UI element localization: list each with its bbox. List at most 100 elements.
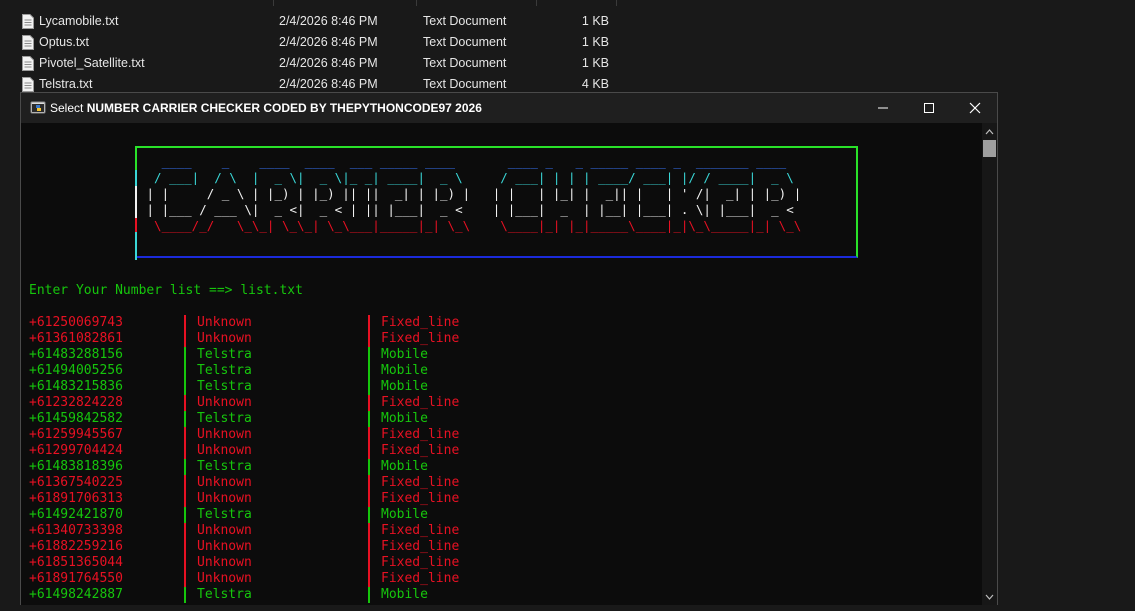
- phone-number: +61492421870: [29, 507, 123, 522]
- file-type: Text Document: [423, 77, 507, 91]
- carrier-name: Telstra: [197, 507, 252, 522]
- close-icon: [969, 102, 981, 114]
- line-type: Fixed_line: [381, 491, 460, 506]
- file-row[interactable]: Optus.txt 2/4/2026 8:46 PM Text Document 1 …: [0, 32, 640, 53]
- carrier-name: Unknown: [197, 331, 252, 346]
- phone-number: +61367540225: [29, 475, 123, 490]
- result-row: +61459842582 Telstra Mobile: [21, 411, 982, 427]
- result-row: +61232824228 Unknown Fixed_line: [21, 395, 982, 411]
- carrier-name: Unknown: [197, 523, 252, 538]
- banner-line: | | / _ \ | |_) | |_) || || _| | |_) | |…: [139, 186, 802, 201]
- result-row: +61299704424 Unknown Fixed_line: [21, 443, 982, 459]
- carrier-name: Telstra: [197, 587, 252, 602]
- result-row: +61367540225 Unknown Fixed_line: [21, 475, 982, 491]
- file-size: 1 KB: [581, 35, 609, 49]
- maximize-button[interactable]: [906, 93, 952, 123]
- console-output[interactable]: ____ _ ____ ____ ___ _____ ____ ____ _ _…: [21, 123, 982, 605]
- column-separator: [368, 379, 370, 395]
- column-separator: [184, 315, 186, 331]
- result-row: +61483215836 Telstra Mobile: [21, 379, 982, 395]
- input-prompt: Enter Your Number list ==> list.txt: [29, 283, 303, 298]
- phone-number: +61361082861: [29, 331, 123, 346]
- column-separator: [368, 315, 370, 331]
- column-separator: [368, 491, 370, 507]
- column-divider: [416, 0, 417, 6]
- phone-number: +61882259216: [29, 539, 123, 554]
- column-separator: [184, 443, 186, 459]
- line-type: Fixed_line: [381, 539, 460, 554]
- file-size: 1 KB: [581, 14, 609, 28]
- result-row: +61483818396 Telstra Mobile: [21, 459, 982, 475]
- file-type: Text Document: [423, 14, 507, 28]
- column-separator: [184, 363, 186, 379]
- column-separator: [368, 539, 370, 555]
- banner-line: ____ _ ____ ____ ___ _____ ____ ____ _ _…: [139, 154, 802, 169]
- scrollbar-thumb[interactable]: [983, 140, 996, 157]
- line-type: Fixed_line: [381, 475, 460, 490]
- column-separator: [368, 507, 370, 523]
- banner-line: \____/_/ \_\_| \_\_| \_\___|_____|_| \_\…: [139, 218, 802, 233]
- column-separator: [368, 571, 370, 587]
- column-separator: [368, 443, 370, 459]
- file-name: Lycamobile.txt: [39, 14, 119, 28]
- scroll-down-icon[interactable]: [982, 590, 997, 602]
- text-file-icon: [22, 77, 34, 92]
- column-separator: [368, 523, 370, 539]
- title-bar[interactable]: Select NUMBER CARRIER CHECKER CODED BY T…: [21, 93, 997, 123]
- phone-number: +61299704424: [29, 443, 123, 458]
- column-separator: [368, 555, 370, 571]
- phone-number: +61483818396: [29, 459, 123, 474]
- column-separator: [368, 459, 370, 475]
- window-title: Select NUMBER CARRIER CHECKER CODED BY T…: [50, 101, 482, 115]
- column-separator: [184, 331, 186, 347]
- result-row: +61891706313 Unknown Fixed_line: [21, 491, 982, 507]
- scroll-up-icon[interactable]: [982, 125, 997, 137]
- text-file-icon: [22, 56, 34, 71]
- column-separator: [368, 411, 370, 427]
- column-separator: [184, 555, 186, 571]
- column-divider: [273, 0, 274, 6]
- result-row: +61259945567 Unknown Fixed_line: [21, 427, 982, 443]
- phone-number: +61851365044: [29, 555, 123, 570]
- line-type: Mobile: [381, 347, 428, 362]
- carrier-name: Unknown: [197, 571, 252, 586]
- phone-number: +61498242887: [29, 587, 123, 602]
- column-separator: [184, 395, 186, 411]
- carrier-name: Unknown: [197, 395, 252, 410]
- banner-line: | |___ / ___ \| _ <| _ < | || |___| _ < …: [139, 202, 802, 217]
- close-button[interactable]: [952, 93, 998, 123]
- column-separator: [368, 395, 370, 411]
- file-date: 2/4/2026 8:46 PM: [279, 56, 378, 70]
- file-row[interactable]: Lycamobile.txt 2/4/2026 8:46 PM Text Docum…: [0, 11, 640, 32]
- minimize-button[interactable]: [860, 93, 906, 123]
- column-divider: [616, 0, 617, 6]
- file-row[interactable]: Pivotel_Satellite.txt 2/4/2026 8:46 PM Tex…: [0, 53, 640, 74]
- phone-number: +61459842582: [29, 411, 123, 426]
- carrier-name: Unknown: [197, 491, 252, 506]
- result-row: +61483288156 Telstra Mobile: [21, 347, 982, 363]
- result-row: +61494005256 Telstra Mobile: [21, 363, 982, 379]
- text-file-icon: [22, 14, 34, 29]
- file-type: Text Document: [423, 56, 507, 70]
- file-type: Text Document: [423, 35, 507, 49]
- column-separator: [184, 459, 186, 475]
- line-type: Mobile: [381, 379, 428, 394]
- carrier-name: Unknown: [197, 475, 252, 490]
- result-row: +61250069743 Unknown Fixed_line: [21, 315, 982, 331]
- line-type: Mobile: [381, 459, 428, 474]
- phone-number: +61259945567: [29, 427, 123, 442]
- line-type: Fixed_line: [381, 395, 460, 410]
- column-separator: [184, 411, 186, 427]
- phone-number: +61232824228: [29, 395, 123, 410]
- prompt-value: list.txt: [240, 283, 303, 298]
- line-type: Mobile: [381, 363, 428, 378]
- column-separator: [184, 539, 186, 555]
- maximize-icon: [924, 103, 934, 113]
- column-separator: [184, 475, 186, 491]
- minimize-icon: [878, 107, 888, 109]
- carrier-name: Telstra: [197, 347, 252, 362]
- file-date: 2/4/2026 8:46 PM: [279, 35, 378, 49]
- vertical-scrollbar[interactable]: [982, 123, 997, 605]
- python-app-icon: [30, 100, 46, 116]
- result-row: +61851365044 Unknown Fixed_line: [21, 555, 982, 571]
